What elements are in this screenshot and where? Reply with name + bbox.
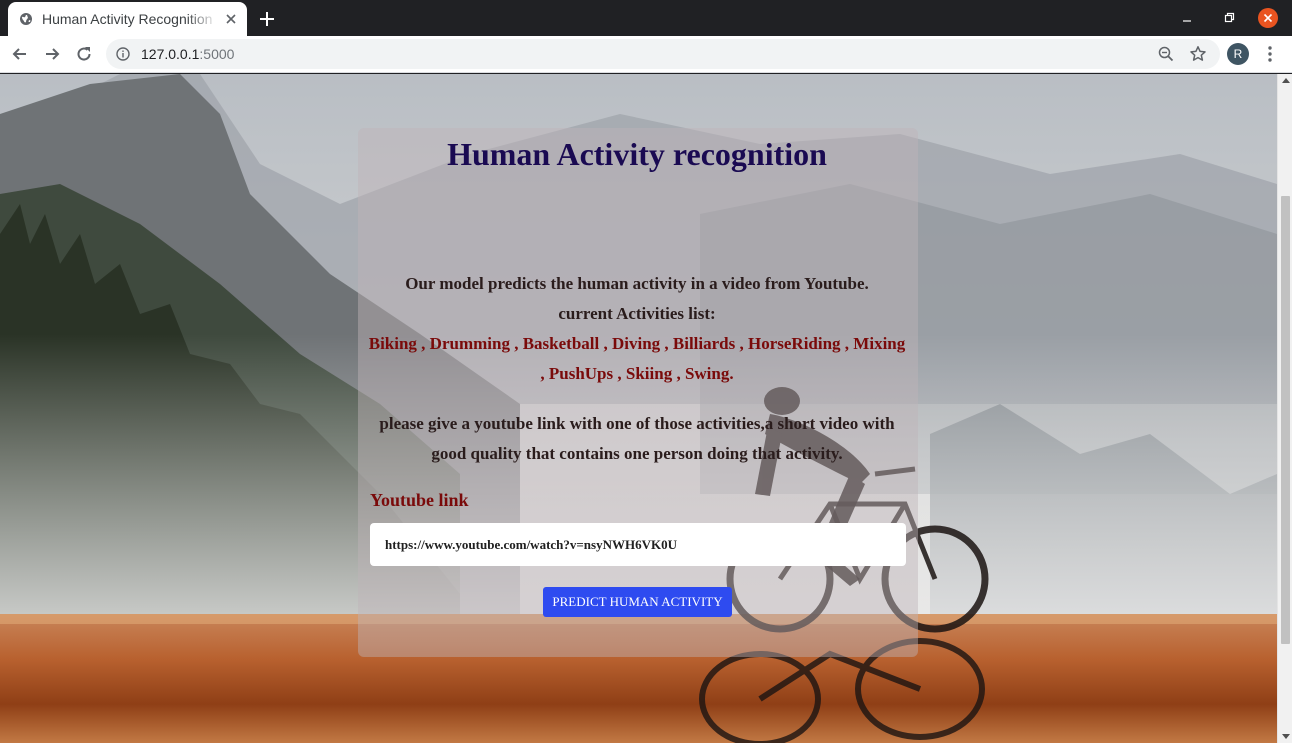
youtube-link-input[interactable] (370, 523, 906, 566)
activities-label: current Activities list: (558, 304, 716, 323)
scroll-thumb[interactable] (1281, 196, 1290, 644)
arrow-left-icon[interactable] (10, 44, 30, 64)
url-host: 127.0.0.1 (141, 46, 200, 62)
browser-tab[interactable]: Human Activity Recognition (8, 2, 247, 36)
browser-titlebar: Human Activity Recognition (0, 0, 1292, 36)
address-bar[interactable]: 127.0.0.1:5000 (106, 39, 1220, 69)
model-description: Our model predicts the human activity in… (405, 274, 869, 293)
globe-icon (20, 13, 32, 25)
plus-icon[interactable] (257, 9, 277, 29)
info-icon[interactable] (116, 47, 130, 61)
predict-button[interactable]: PREDICT HUMAN ACTIVITY (543, 587, 732, 617)
page-title: Human Activity recognition (447, 136, 827, 172)
instructions-text: please give a youtube link with one of t… (379, 414, 895, 463)
activities-list: Biking , Drumming , Basketball , Diving … (368, 334, 906, 383)
prediction-card: Human Activity recognition Our model pre… (358, 128, 918, 657)
page-scrollbar[interactable] (1277, 74, 1292, 743)
tab-title: Human Activity Recognition (42, 11, 213, 27)
scroll-up-arrow-icon[interactable] (1282, 78, 1290, 83)
youtube-link-label: Youtube link (370, 490, 469, 510)
kebab-icon[interactable] (1262, 44, 1278, 64)
profile-avatar[interactable]: R (1227, 43, 1249, 65)
browser-toolbar: 127.0.0.1:5000 R (0, 36, 1292, 73)
star-icon[interactable] (1189, 45, 1207, 63)
url-text: 127.0.0.1:5000 (141, 46, 234, 62)
page-viewport: Human Activity recognition Our model pre… (0, 74, 1277, 743)
window-close-button[interactable] (1258, 8, 1278, 28)
restore-icon[interactable] (1221, 10, 1237, 26)
reload-icon[interactable] (74, 44, 94, 64)
zoom-out-icon[interactable] (1158, 46, 1174, 62)
scroll-down-arrow-icon[interactable] (1282, 734, 1290, 739)
close-icon[interactable] (223, 11, 239, 27)
close-icon (1263, 13, 1273, 23)
url-port: :5000 (199, 46, 235, 62)
minimize-icon[interactable] (1179, 10, 1195, 26)
arrow-right-icon[interactable] (42, 44, 62, 64)
